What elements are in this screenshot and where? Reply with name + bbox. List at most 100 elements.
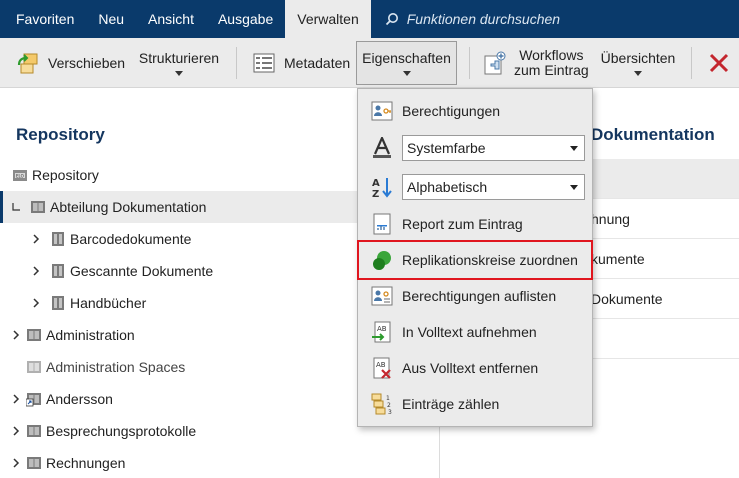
report-icon — [371, 213, 393, 235]
menu-item-fulltext-remove[interactable]: AB Aus Volltext entfernen — [358, 351, 592, 385]
chevron-right-icon[interactable] — [8, 455, 24, 471]
function-search[interactable]: Funktionen durchsuchen — [371, 0, 560, 38]
chevron-down-icon — [570, 145, 578, 151]
repository-icon: ELO — [13, 170, 27, 181]
list-item-label: Dokumente — [591, 291, 663, 307]
chevron-right-icon[interactable] — [8, 327, 24, 343]
chevron-right-icon[interactable] — [28, 263, 44, 279]
collapse-icon[interactable] — [8, 199, 24, 215]
move-label: Verschieben — [48, 55, 126, 71]
menu-item-label: Report zum Eintrag — [402, 216, 523, 232]
properties-label: Eigenschaften — [362, 50, 451, 66]
chevron-down-icon — [175, 71, 183, 76]
menu-manage[interactable]: Verwalten — [285, 0, 371, 38]
metadata-icon — [253, 53, 275, 73]
svg-text:1: 1 — [386, 395, 390, 402]
tree-item-label: Repository — [32, 167, 99, 183]
panel-title: Repository — [16, 125, 105, 144]
cabinet-icon — [27, 425, 41, 437]
ribbon-divider — [236, 47, 237, 79]
metadata-label: Metadaten — [284, 55, 351, 71]
svg-text:3: 3 — [388, 409, 392, 415]
cabinet-icon — [27, 329, 41, 341]
tree-item-label: Administration — [46, 327, 135, 343]
ribbon-divider — [469, 47, 470, 79]
menu-favorites[interactable]: Favoriten — [0, 0, 86, 38]
sort-select[interactable]: Alphabetisch — [402, 174, 585, 200]
overviews-label: Übersichten — [600, 50, 676, 66]
chevron-right-icon[interactable] — [8, 391, 24, 407]
menu-item-count[interactable]: 123 Einträge zählen — [358, 387, 592, 421]
search-placeholder: Funktionen durchsuchen — [406, 11, 561, 27]
fulltext-add-icon: AB — [371, 321, 393, 343]
delete-button[interactable] — [708, 38, 730, 88]
fulltext-remove-icon: AB — [371, 357, 393, 379]
menu-item-label: Aus Volltext entfernen — [402, 360, 539, 376]
metadata-button[interactable]: Metadaten — [253, 38, 350, 88]
chevron-down-icon — [402, 71, 411, 76]
font-color-value: Systemfarbe — [407, 140, 486, 156]
chevron-down-icon — [570, 184, 578, 190]
menu-item-fulltext-add[interactable]: AB In Volltext aufnehmen — [358, 315, 592, 349]
move-icon — [17, 53, 38, 74]
list-permissions-icon — [371, 285, 393, 307]
detail-title: Dokumentation — [591, 125, 715, 144]
overviews-button[interactable]: Übersichten — [600, 38, 676, 88]
menu-item-sort: AZ Alphabetisch — [358, 170, 592, 204]
font-color-icon — [371, 137, 393, 159]
menu-output[interactable]: Ausgabe — [206, 0, 285, 38]
cabinet-icon — [31, 201, 45, 213]
cabinet-link-icon — [26, 393, 41, 407]
permissions-icon — [371, 100, 393, 122]
tree-item-label: Handbücher — [70, 295, 147, 311]
chevron-down-icon — [634, 71, 642, 76]
ribbon-divider — [691, 47, 692, 79]
menu-view[interactable]: Ansicht — [136, 0, 206, 38]
menu-item-font-color: Systemfarbe — [358, 131, 592, 165]
close-icon — [709, 53, 729, 73]
top-menu-bar: Favoriten Neu Ansicht Ausgabe Verwalten … — [0, 0, 739, 38]
folder-icon — [52, 296, 64, 310]
menu-item-label: Berechtigungen — [402, 103, 501, 119]
workflows-label: Workflows zum Eintrag — [514, 48, 589, 78]
list-item-label: hnung — [591, 211, 630, 227]
structure-label: Strukturieren — [138, 50, 220, 66]
menu-new[interactable]: Neu — [86, 0, 136, 38]
workflows-label-line2: zum Eintrag — [514, 62, 589, 78]
tree-item-label: Barcodedokumente — [70, 231, 192, 247]
tree-item-rechnungen[interactable]: Rechnungen — [0, 447, 440, 478]
menu-item-label: Einträge zählen — [402, 396, 500, 412]
chevron-right-icon[interactable] — [8, 423, 24, 439]
svg-text:2: 2 — [387, 402, 391, 409]
cabinet-icon — [27, 457, 41, 469]
tree-item-label: Gescannte Dokumente — [70, 263, 214, 279]
tree-item-label: Administration Spaces — [46, 359, 186, 375]
menu-item-list-permissions[interactable]: Berechtigungen auflisten — [358, 279, 592, 313]
tree-item-label: Abteilung Dokumentation — [50, 199, 207, 215]
svg-text:Z: Z — [372, 189, 379, 198]
structure-button[interactable]: Strukturieren — [138, 38, 220, 88]
svg-text:ELO: ELO — [16, 174, 24, 179]
chevron-right-icon[interactable] — [28, 295, 44, 311]
menu-item-permissions[interactable]: Berechtigungen — [358, 94, 592, 128]
workflow-icon — [484, 51, 506, 75]
svg-text:AB: AB — [376, 361, 386, 369]
folder-icon — [52, 264, 64, 278]
workflows-label-line1: Workflows — [519, 47, 584, 63]
sort-value: Alphabetisch — [407, 179, 488, 195]
ribbon-toolbar: Verschieben Strukturieren Metadaten Eige… — [0, 38, 739, 88]
properties-button[interactable]: Eigenschaften — [356, 41, 457, 85]
tree-item-label: Andersson — [46, 391, 113, 407]
svg-text:A: A — [372, 178, 380, 189]
chevron-right-icon[interactable] — [28, 231, 44, 247]
sort-icon: AZ — [371, 176, 393, 198]
highlight-frame — [357, 240, 593, 280]
font-color-select[interactable]: Systemfarbe — [402, 135, 585, 161]
count-icon: 123 — [371, 393, 393, 415]
svg-text:AB: AB — [377, 325, 387, 333]
workflows-button[interactable]: Workflows zum Eintrag — [483, 38, 589, 88]
cabinet-grey-icon — [27, 361, 41, 373]
move-button[interactable]: Verschieben — [16, 38, 125, 88]
menu-item-label: In Volltext aufnehmen — [402, 324, 537, 340]
menu-item-report[interactable]: Report zum Eintrag — [358, 207, 592, 241]
